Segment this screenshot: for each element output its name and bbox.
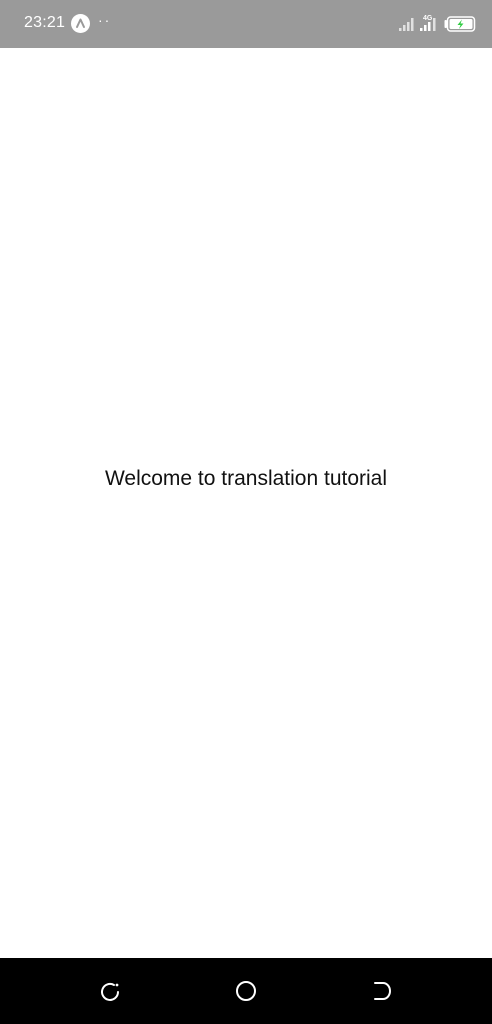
back-icon[interactable] xyxy=(370,979,394,1003)
network-type-label: 4G xyxy=(423,15,433,22)
more-notifications-indicator: ·· xyxy=(98,12,112,28)
welcome-text: Welcome to translation tutorial xyxy=(104,467,388,490)
app-notification-icon xyxy=(71,14,90,33)
app-content: Welcome to translation tutorial xyxy=(0,48,492,958)
home-icon[interactable] xyxy=(234,979,258,1003)
recent-apps-icon[interactable] xyxy=(98,979,122,1003)
status-bar: 23:21 ·· 4G xyxy=(0,0,492,48)
signal-icon xyxy=(398,15,416,38)
status-time: 23:21 xyxy=(24,14,66,31)
screen: 23:21 ·· 4G Welcome to translation tutor… xyxy=(0,0,492,1024)
navigation-bar xyxy=(0,958,492,1024)
signal-4g-icon: 4G xyxy=(419,13,439,38)
battery-charging-icon xyxy=(444,16,476,37)
